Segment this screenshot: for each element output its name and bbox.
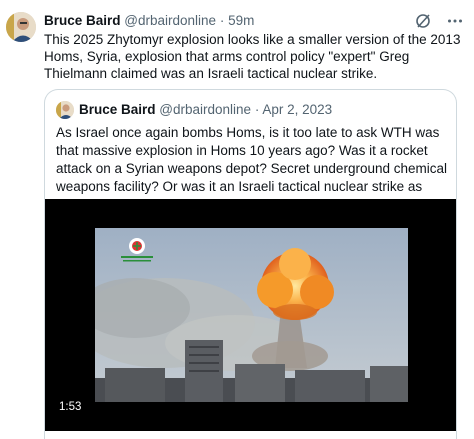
grok-icon[interactable] <box>414 12 432 30</box>
tweet-actions <box>414 12 464 30</box>
tweet-header: Bruce Baird @drbairdonline · 59m <box>44 13 254 29</box>
author-handle[interactable]: @drbairdonline <box>124 13 216 28</box>
timestamp[interactable]: 59m <box>228 13 254 28</box>
quoted-avatar[interactable] <box>56 101 74 119</box>
video-duration: 1:53 <box>59 401 82 413</box>
quoted-date[interactable]: Apr 2, 2023 <box>262 102 332 117</box>
quoted-author-name[interactable]: Bruce Baird <box>79 102 156 117</box>
quoted-tweet[interactable]: Bruce Baird @drbairdonline · Apr 2, 2023… <box>44 89 457 439</box>
author-name[interactable]: Bruce Baird <box>44 13 121 28</box>
separator: · <box>219 13 225 28</box>
video-player[interactable]: 1:53 <box>45 199 456 431</box>
quoted-author-handle[interactable]: @drbairdonline <box>159 102 251 117</box>
quoted-separator: · <box>254 102 260 117</box>
tweet-text: This 2025 Zhytomyr explosion looks like … <box>44 32 461 81</box>
video-frame <box>95 228 408 402</box>
more-icon[interactable] <box>446 12 464 30</box>
avatar[interactable] <box>6 12 36 42</box>
tweet[interactable]: Bruce Baird @drbairdonline · 59m This 20… <box>0 0 474 439</box>
quoted-header: Bruce Baird @drbairdonline · Apr 2, 2023 <box>79 102 332 118</box>
